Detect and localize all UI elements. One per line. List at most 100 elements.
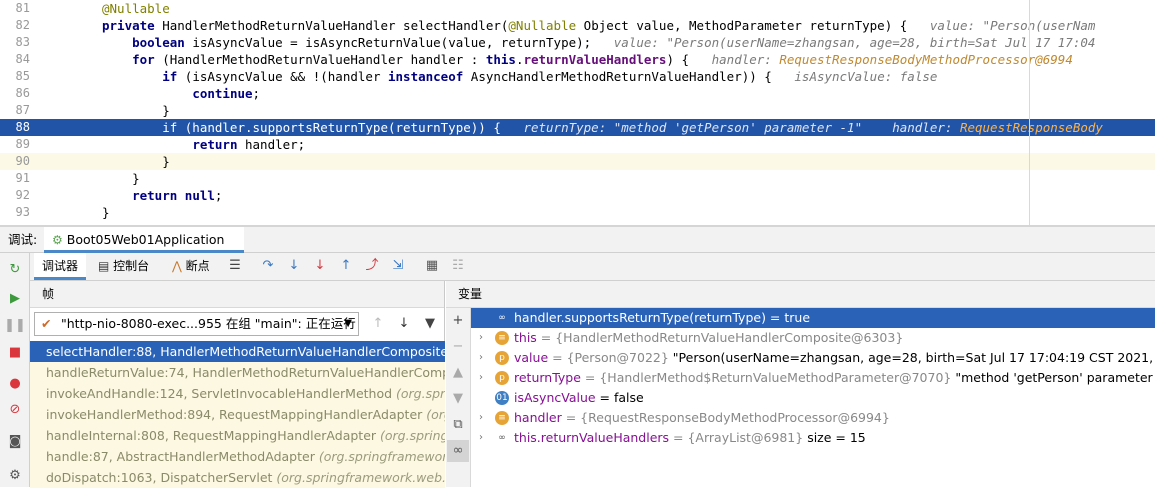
stack-frame[interactable]: doDispatch:1063, DispatcherServlet (org.…: [30, 467, 445, 488]
line-number[interactable]: 84: [0, 51, 30, 68]
trace-icon[interactable]: ☷: [447, 255, 469, 277]
inline-debug-value: value: "Person(userNam: [929, 18, 1096, 33]
code-line[interactable]: 86 continue;: [0, 85, 1155, 102]
code-line[interactable]: 83 boolean isAsyncValue = isAsyncReturnV…: [0, 34, 1155, 51]
code-text: return null;: [102, 187, 222, 204]
variable-row[interactable]: › p value = {Person@7022} "Person(userName…: [471, 348, 1155, 368]
view-breakpoints-icon[interactable]: ●: [4, 373, 26, 395]
code-line[interactable]: 85 if (isAsyncValue && !(handler instanc…: [0, 68, 1155, 85]
variable-text: handler = {RequestResponseBodyMethodProc…: [514, 408, 890, 428]
resume-icon[interactable]: ▶: [4, 288, 26, 310]
code-line[interactable]: 92 return null;: [0, 187, 1155, 204]
tab-breakpoints[interactable]: ⋀ 断点: [172, 253, 210, 279]
force-step-into-icon[interactable]: ↓: [309, 255, 331, 277]
right-margin-guide: [1029, 0, 1030, 225]
line-number[interactable]: 86: [0, 85, 30, 102]
frame-method: selectHandler:88, HandlerMethodReturnVal…: [46, 344, 445, 359]
stack-frame[interactable]: handle:87, AbstractHandlerMethodAdapter …: [30, 446, 445, 467]
remove-watch-icon[interactable]: −: [447, 336, 469, 358]
code-line[interactable]: 84 for (HandlerMethodReturnValueHandler …: [0, 51, 1155, 68]
duplicate-icon[interactable]: ⧉: [447, 414, 469, 436]
add-watch-icon[interactable]: +: [447, 310, 469, 332]
line-number[interactable]: 88: [0, 119, 30, 136]
variable-row[interactable]: › p returnType = {HandlerMethod$ReturnValu…: [471, 368, 1155, 388]
line-number[interactable]: 81: [0, 0, 30, 17]
code-line[interactable]: 93}: [0, 204, 1155, 221]
line-number[interactable]: 90: [0, 153, 30, 170]
pause-icon[interactable]: ❚❚: [4, 315, 26, 337]
debug-label: 调试:: [8, 232, 38, 247]
thread-selector[interactable]: ✔ "http-nio-8080-exec...955 在组 "main": 正…: [34, 312, 359, 336]
line-number[interactable]: 93: [0, 204, 30, 221]
code-editor[interactable]: 81 @Nullable 82 private HandlerMethodReturn…: [0, 0, 1155, 225]
evaluate-expression-icon[interactable]: ▦: [421, 255, 443, 277]
line-number[interactable]: 92: [0, 187, 30, 204]
expand-arrow-icon[interactable]: ›: [479, 328, 483, 348]
frame-method: invokeAndHandle:124, ServletInvocableHan…: [46, 386, 397, 401]
line-number[interactable]: 85: [0, 68, 30, 85]
frame-method: handleInternal:808, RequestMappingHandle…: [46, 428, 380, 443]
step-over-icon[interactable]: ↷: [257, 255, 279, 277]
line-number[interactable]: 87: [0, 102, 30, 119]
filter-icon[interactable]: ▼: [419, 313, 441, 335]
variable-row[interactable]: › ≡ this = {HandlerMethodReturnValueHandle…: [471, 328, 1155, 348]
stack-frame[interactable]: invokeHandlerMethod:894, RequestMappingH…: [30, 404, 445, 425]
code-line[interactable]: 87 }: [0, 102, 1155, 119]
step-into-icon[interactable]: ↓: [283, 255, 305, 277]
variable-row[interactable]: 01 isAsyncValue = false: [471, 388, 1155, 408]
show-watches-icon[interactable]: ∞: [447, 440, 469, 462]
variable-value: size = 15: [803, 430, 866, 445]
code-line[interactable]: 91 }: [0, 170, 1155, 187]
run-config-name: Boot05Web01Application: [66, 232, 225, 247]
code-line[interactable]: 81 @Nullable: [0, 0, 1155, 17]
tab-console[interactable]: ▤ 控制台: [98, 253, 149, 279]
stack-frame[interactable]: invokeAndHandle:124, ServletInvocableHan…: [30, 383, 445, 404]
expand-arrow-icon[interactable]: ›: [479, 368, 483, 388]
stack-frame[interactable]: handleInternal:808, RequestMappingHandle…: [30, 425, 445, 446]
move-down-icon[interactable]: ▼: [447, 388, 469, 410]
code-line[interactable]: 89 return handler;: [0, 136, 1155, 153]
stack-frame[interactable]: handleReturnValue:74, HandlerMethodRetur…: [30, 362, 445, 383]
code-line[interactable]: 90 }: [0, 153, 1155, 170]
frames-panel-title: 帧: [30, 281, 444, 308]
code-line[interactable]: 82 private HandlerMethodReturnValueHandle…: [0, 17, 1155, 34]
field-icon: ≡: [495, 411, 509, 425]
code-line[interactable]: 88 if (handler.supportsReturnType(return…: [0, 119, 1155, 136]
param-icon: p: [495, 351, 509, 365]
expand-arrow-icon[interactable]: ›: [479, 408, 483, 428]
stop-icon[interactable]: ■: [4, 342, 26, 364]
line-number[interactable]: 82: [0, 17, 30, 34]
variable-value: "Person(userName=zhangsan, age=28, birth…: [672, 350, 1155, 365]
mute-breakpoints-icon[interactable]: ⊘: [4, 399, 26, 421]
tab-debugger[interactable]: 调试器: [34, 253, 87, 280]
watch-icon: ∞: [498, 433, 506, 443]
line-number[interactable]: 91: [0, 170, 30, 187]
variable-row[interactable]: › ≡ handler = {RequestResponseBodyMethodPr…: [471, 408, 1155, 428]
variable-ref: = {ArrayList@6981}: [669, 430, 804, 445]
variable-row[interactable]: ∞ handler.supportsReturnType(returnType) …: [471, 308, 1155, 328]
drop-frame-icon[interactable]: ⤴: [361, 255, 383, 277]
inline-debug-value: RequestResponseBody: [959, 120, 1103, 135]
variable-row[interactable]: › ∞ this.returnValueHandlers = {ArrayList@…: [471, 428, 1155, 448]
step-out-icon[interactable]: ↑: [335, 255, 357, 277]
menu-icon[interactable]: ☰: [224, 255, 246, 277]
expand-arrow-icon[interactable]: ›: [479, 348, 483, 368]
variables-panel: 变量 + − ▲ ▼ ⧉ ∞ ∞ handler.supportsReturnTy…: [446, 281, 1155, 487]
tab-run-config[interactable]: ⚙ Boot05Web01Application ×: [44, 227, 244, 273]
move-up-icon[interactable]: ▲: [447, 362, 469, 384]
line-number[interactable]: 89: [0, 136, 30, 153]
code-text: }: [102, 153, 170, 170]
prev-frame-icon[interactable]: ↑: [367, 313, 389, 335]
line-number[interactable]: 83: [0, 34, 30, 51]
next-frame-icon[interactable]: ↓: [393, 313, 415, 335]
run-to-cursor-icon[interactable]: ⇲: [387, 255, 409, 277]
camera-icon[interactable]: ◙: [4, 431, 26, 453]
rerun-icon[interactable]: ↻: [4, 259, 26, 281]
variable-ref: = {HandlerMethodReturnValueHandlerCompos…: [536, 330, 904, 345]
variables-side-toolbar: + − ▲ ▼ ⧉ ∞: [446, 308, 471, 487]
settings-icon[interactable]: ⚙: [4, 465, 26, 487]
expand-arrow-icon[interactable]: ›: [479, 428, 483, 448]
stack-frame[interactable]: selectHandler:88, HandlerMethodReturnVal…: [30, 341, 445, 362]
